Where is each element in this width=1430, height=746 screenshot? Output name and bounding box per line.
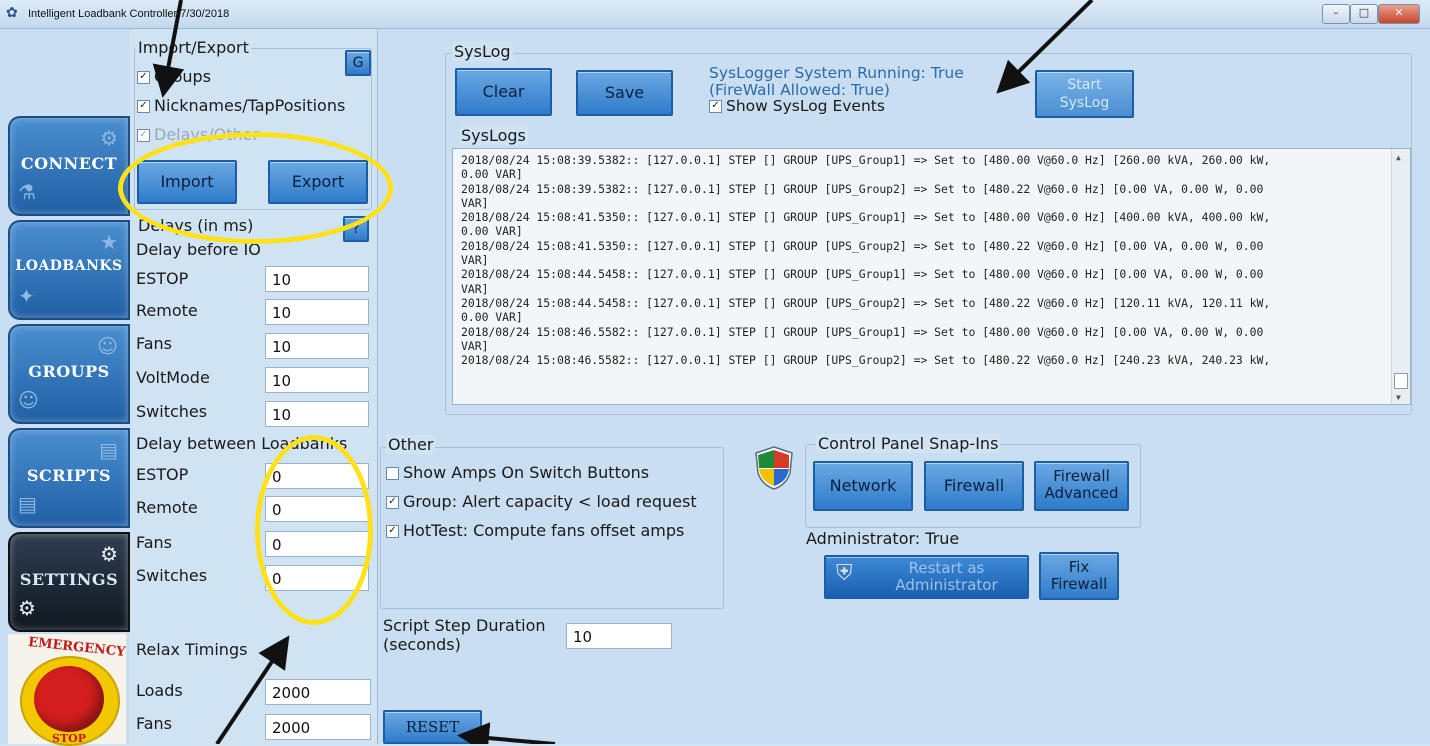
annotation-arrows (152, 0, 1094, 744)
